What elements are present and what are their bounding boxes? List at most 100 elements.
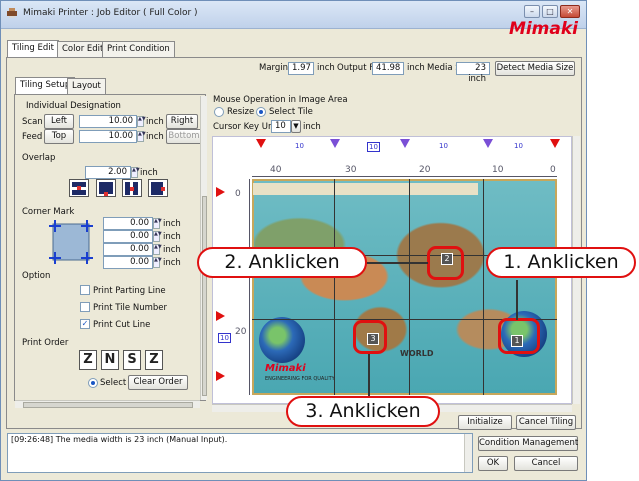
tile-line-v3 [483, 179, 484, 395]
print-tile-number-label: Print Tile Number [93, 303, 167, 313]
map-banner-text: Mimaki [265, 363, 306, 374]
tab-print-condition[interactable]: Print Condition [102, 41, 175, 57]
subtab-layout[interactable]: Layout [67, 78, 106, 94]
individual-designation-label: Individual Designation [26, 101, 121, 111]
map-world-text: WORLD [400, 349, 434, 358]
print-order-s-button[interactable]: S [123, 350, 141, 370]
corner-mark-spinner-3[interactable]: ▲▼ [153, 244, 162, 255]
tile-mark-left-1 [216, 187, 225, 197]
print-parting-line-checkbox[interactable] [80, 285, 90, 295]
overlap-bottom-button[interactable] [96, 179, 116, 197]
ruler-top-30: 30 [345, 165, 357, 175]
print-order-n-button[interactable]: N [101, 350, 119, 370]
corner-mark-icon [49, 220, 93, 264]
tile-line-v1 [334, 179, 335, 395]
minimize-button[interactable]: – [524, 5, 540, 18]
title-bar: Mimaki Printer : Job Editor ( Full Color… [1, 1, 586, 29]
tile-mark-left-4 [216, 371, 225, 381]
left-horizontal-scrollbar[interactable] [15, 400, 200, 408]
feed-unit: inch [146, 132, 164, 142]
chevron-down-icon[interactable]: ▼ [291, 120, 301, 133]
margin-label: Margin [259, 63, 289, 73]
feed-top-button[interactable]: Top [44, 129, 74, 144]
top-ruler: 40 30 20 10 0 [252, 159, 557, 177]
ok-button[interactable]: OK [478, 456, 508, 471]
margin-field[interactable]: 1.97 [288, 62, 314, 75]
margin-unit: inch [317, 63, 335, 73]
callout-step-1: 1. Anklicken [486, 247, 636, 278]
scan-spinner[interactable]: ▲▼ [137, 116, 146, 127]
print-order-z-button[interactable]: Z [79, 350, 97, 370]
tile-mark-top-4 [483, 139, 493, 148]
resize-label: Resize [227, 107, 255, 117]
scan-value-field[interactable]: 10.00 [79, 115, 137, 128]
overlap-value-field[interactable]: 2.00 [85, 166, 131, 179]
detect-media-size-button[interactable]: Detect Media Size [495, 61, 575, 76]
output-feed-unit: inch [407, 63, 425, 73]
corner-mark-spinner-4[interactable]: ▲▼ [153, 257, 162, 268]
tile-mark-top-2 [330, 139, 340, 148]
corner-mark-spinner-2[interactable]: ▲▼ [153, 231, 162, 242]
corner-mark-field-3[interactable]: 0.00 [103, 243, 153, 256]
ruler-small-2: 10 [439, 142, 448, 150]
tile-mark-top-5 [550, 139, 560, 148]
leader-line-2 [365, 262, 428, 264]
print-parting-line-label: Print Parting Line [93, 286, 166, 296]
corner-mark-field-2[interactable]: 0.00 [103, 230, 153, 243]
output-feed-field[interactable]: 41.98 [372, 62, 404, 75]
corner-mark-spinner-1[interactable]: ▲▼ [153, 218, 162, 229]
corner-mark-field-4[interactable]: 0.00 [103, 256, 153, 269]
cursor-key-unit-select[interactable]: 10 [271, 120, 291, 133]
callout-step-3: 3. Anklicken [286, 396, 440, 427]
feed-spinner[interactable]: ▲▼ [137, 131, 146, 142]
select-tile-radio[interactable] [256, 107, 266, 117]
select-radio[interactable] [88, 378, 98, 388]
overlap-top-bottom-button[interactable] [69, 179, 89, 197]
print-order-z-reverse-button[interactable]: Z [145, 350, 163, 370]
scan-left-button[interactable]: Left [44, 114, 74, 129]
cancel-button[interactable]: Cancel [514, 456, 578, 471]
globe-left-image [259, 317, 305, 363]
corner-mark-unit-2: inch [163, 232, 181, 242]
option-label: Option [22, 271, 51, 281]
cursor-key-unit-label: Cursor Key Unit [213, 122, 280, 132]
ruler-left-20: 20 [235, 327, 247, 337]
tile-mark-top-1 [256, 139, 266, 148]
cancel-tiling-button[interactable]: Cancel Tiling [516, 415, 576, 430]
overlap-spinner[interactable]: ▲▼ [131, 167, 140, 178]
tile-line-v2 [409, 179, 410, 395]
clear-order-button[interactable]: Clear Order [128, 375, 188, 390]
resize-radio[interactable] [214, 107, 224, 117]
window-title: Mimaki Printer : Job Editor ( Full Color… [23, 8, 198, 18]
ruler-small-3: 10 [514, 142, 523, 150]
overlap-label: Overlap [22, 153, 56, 163]
print-cut-line-checkbox[interactable]: ✓ [80, 319, 90, 329]
scan-right-button[interactable]: Right [166, 114, 198, 129]
overlap-right-button[interactable] [148, 179, 168, 197]
log-scrollbar[interactable] [464, 434, 472, 472]
feed-bottom-button[interactable]: Bottom [166, 129, 202, 144]
corner-mark-unit-4: inch [163, 258, 181, 268]
highlight-tile-1 [498, 318, 540, 354]
feed-value-field[interactable]: 10.00 [79, 130, 137, 143]
initialize-button[interactable]: Initialize [458, 415, 512, 430]
callout-step-2: 2. Anklicken [197, 247, 367, 278]
ruler-small-1: 10 [295, 142, 304, 150]
maximize-button[interactable]: □ [542, 5, 558, 18]
print-order-label: Print Order [22, 338, 69, 348]
highlight-tile-3 [353, 320, 387, 354]
condition-management-button[interactable]: Condition Management [478, 436, 578, 451]
leader-line-1 [516, 280, 518, 320]
print-tile-number-checkbox[interactable] [80, 302, 90, 312]
tab-tiling-edit[interactable]: Tiling Edit [7, 40, 59, 57]
overlap-left-right-button[interactable] [122, 179, 142, 197]
close-button[interactable]: ✕ [560, 5, 580, 18]
tile-mark-left-3 [216, 311, 225, 321]
window-controls: – □ ✕ [524, 5, 580, 18]
media-scan-field[interactable]: 23 inch [456, 62, 490, 84]
tab-color-edit[interactable]: Color Edit [57, 41, 109, 57]
feed-label: Feed [22, 132, 43, 142]
ruler-left-0: 0 [235, 189, 241, 199]
corner-mark-field-1[interactable]: 0.00 [103, 217, 153, 230]
scan-unit: inch [146, 117, 164, 127]
